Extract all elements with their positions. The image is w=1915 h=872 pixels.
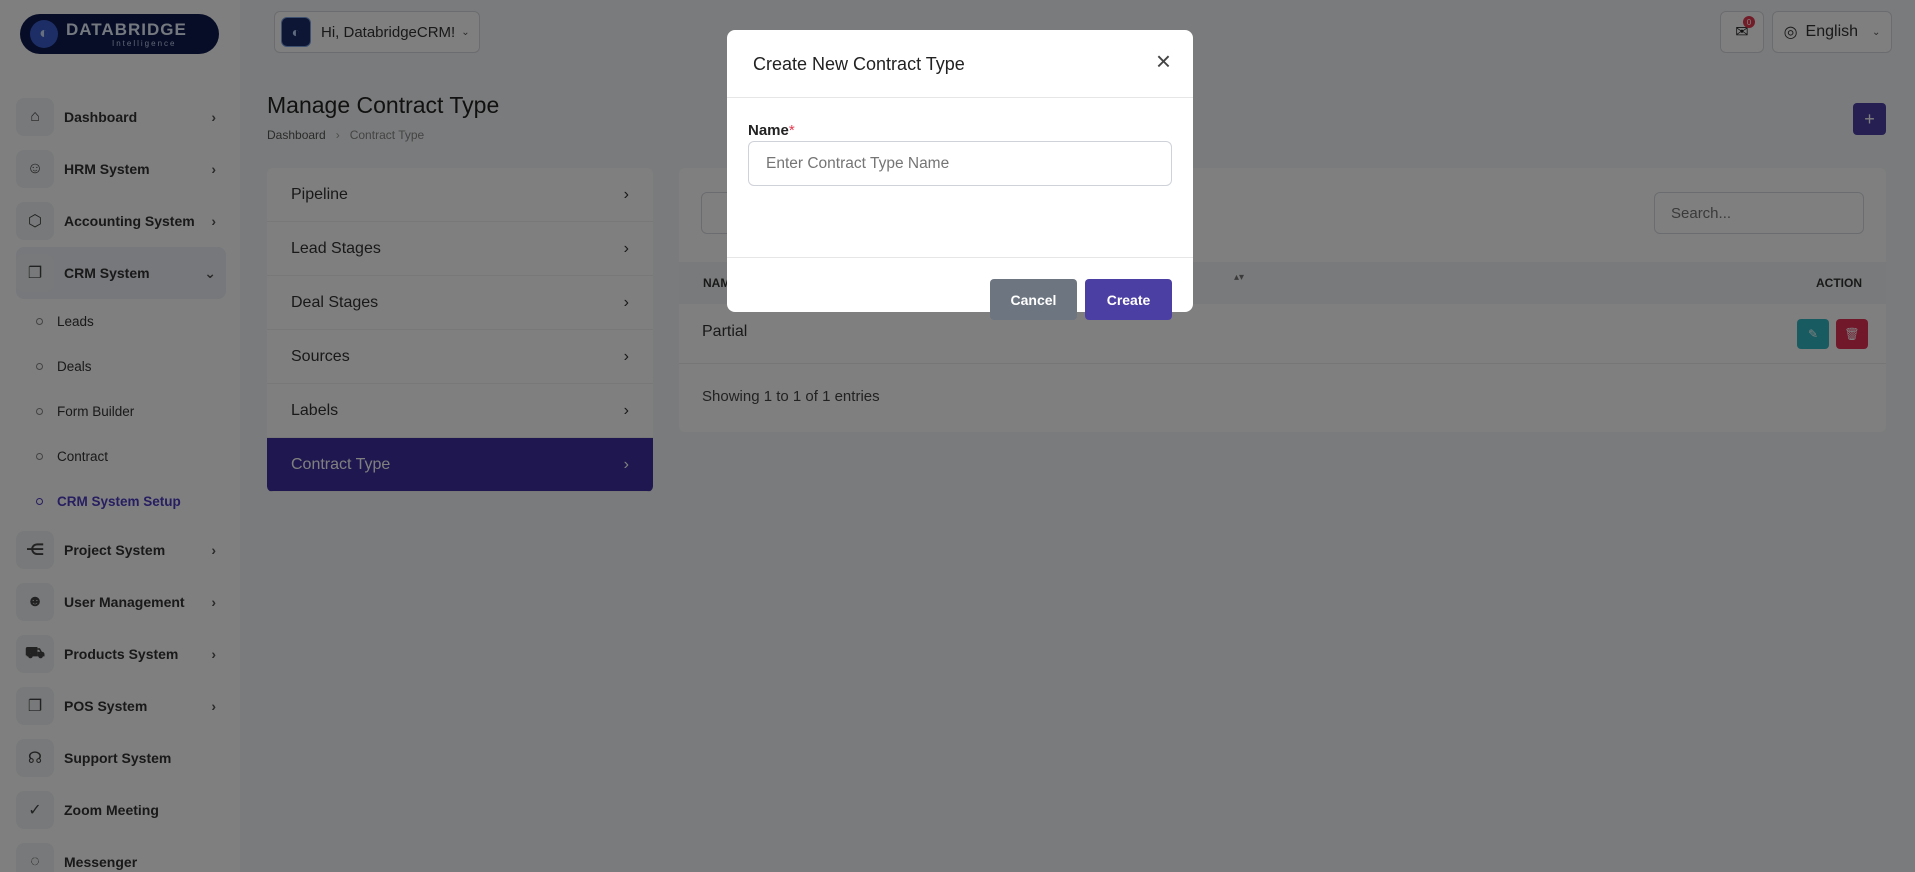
modal-header: Create New Contract Type × [727, 30, 1193, 98]
cancel-button[interactable]: Cancel [990, 279, 1077, 320]
required-mark: * [788, 122, 795, 139]
modal-title: Create New Contract Type [753, 54, 965, 74]
close-icon[interactable]: × [1156, 48, 1171, 74]
create-button[interactable]: Create [1085, 279, 1172, 320]
create-contract-type-modal: Create New Contract Type × Name* Cancel … [727, 30, 1193, 320]
contract-type-name-input[interactable] [748, 141, 1172, 186]
name-field-label: Name* [748, 122, 795, 139]
